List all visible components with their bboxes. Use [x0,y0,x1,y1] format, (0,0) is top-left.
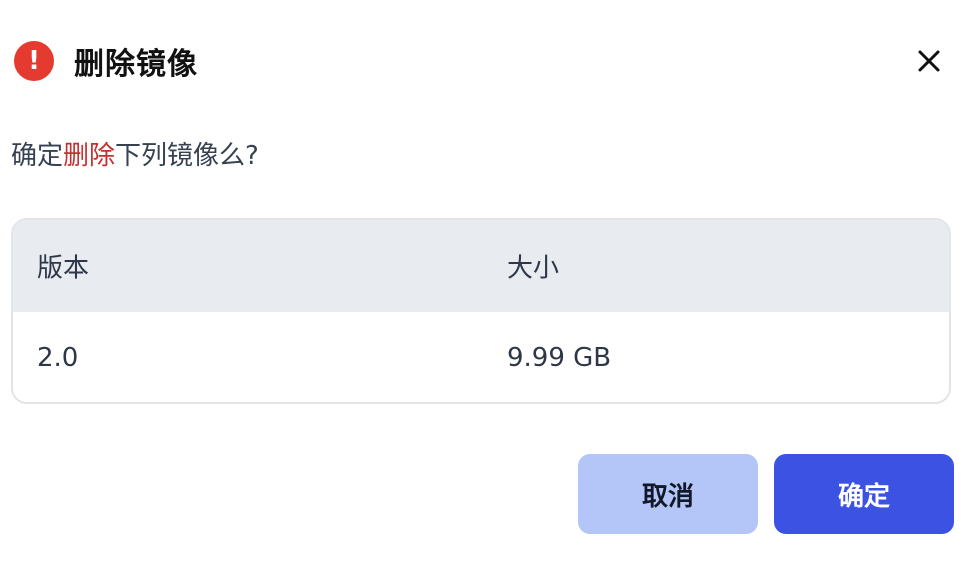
close-button[interactable] [912,44,946,78]
header-size: 大小 [507,253,560,284]
confirm-button[interactable]: 确定 [774,454,954,534]
header-version: 版本 [37,253,90,284]
table-row: 2.0 9.99 GB [13,312,949,402]
cell-size: 9.99 GB [507,343,612,373]
message-prefix: 确定 [11,141,64,171]
delete-image-dialog: ! 删除镜像 确定删除下列镜像么? 版本 大小 2.0 9.99 GB 取消 确… [0,0,970,562]
dialog-title: 删除镜像 [74,47,198,82]
cell-version: 2.0 [37,343,79,373]
image-table: 版本 大小 2.0 9.99 GB [11,218,951,404]
cancel-button[interactable]: 取消 [578,454,758,534]
dialog-header: ! 删除镜像 [14,40,198,82]
message-suffix: 下列镜像么? [115,141,259,171]
table-header: 版本 大小 [13,220,949,312]
exclamation-circle-icon: ! [14,41,54,81]
confirm-message: 确定删除下列镜像么? [11,138,259,174]
message-emphasis: 删除 [63,141,116,171]
close-icon [918,50,940,72]
